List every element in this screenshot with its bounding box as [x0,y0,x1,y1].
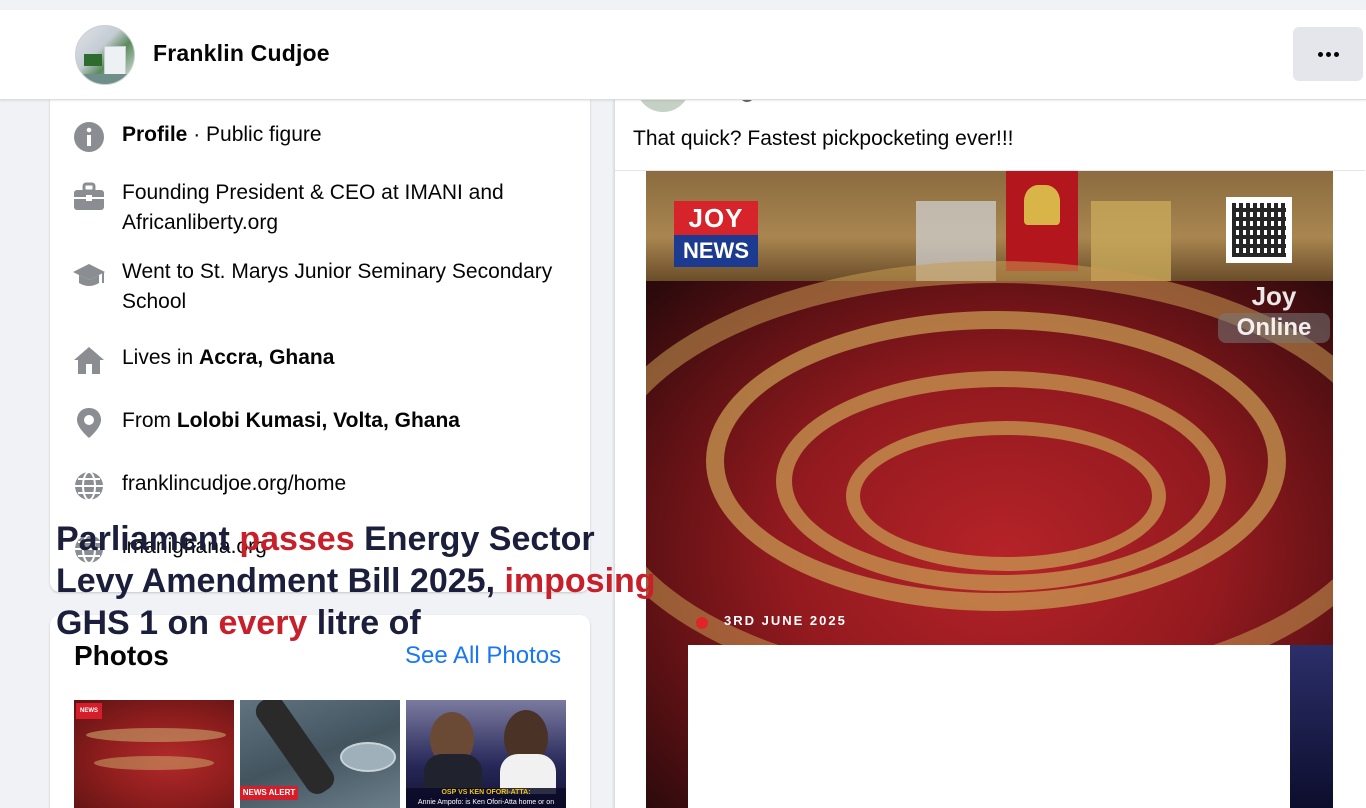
joy-logo-bottom: NEWS [674,235,758,267]
intro-lives-text: Lives in Accra, Ghana [122,343,562,373]
joy-online-watermark: Joy Online [1218,279,1330,355]
thumbnail-caption-title: OSP VS KEN OFORI-ATTA: [441,789,531,796]
from-prefix: From [122,409,177,432]
thumbnail-caption-text: Annie Ampofo: is Ken Ofori-Atta home or … [417,799,555,806]
thumbnail-detail [251,700,339,799]
photo-thumbnail[interactable]: NEWS ALERT [240,700,400,808]
joy-news-logo: JOY NEWS [674,201,758,267]
headline-highlight: passes [239,520,355,558]
image-detail [846,421,1166,571]
page-name[interactable]: Franklin Cudjoe [153,40,330,67]
thumbnail-detail [94,756,214,770]
info-icon [72,120,106,154]
post-text: That quick? Fastest pickpocketing ever!!… [633,127,1014,150]
headline-part: litre of [307,604,421,642]
avatar-detail [104,46,126,76]
headline-part: GHS 1 on [56,604,219,642]
profile-category: · Public figure [187,123,322,146]
page-header: Franklin Cudjoe [0,10,1366,100]
headline-highlight: every [218,604,308,642]
image-headline: Parliament passes Energy Sector Levy Ame… [56,518,656,644]
thumbnail-tag: NEWS ALERT [240,786,298,800]
record-dot-icon [696,617,708,629]
avatar-detail [76,74,134,84]
image-date: 3RD JUNE 2025 [724,613,847,628]
joy-logo-top: JOY [674,201,758,235]
location-pin-icon [72,406,106,440]
globe-icon [72,469,106,503]
headline-part: Parliament [56,520,240,558]
intro-work-text: Founding President & CEO at IMANI and Af… [122,181,504,234]
intro-education-text: Went to St. Marys Junior Seminary Second… [122,260,553,313]
see-all-photos-link[interactable]: See All Photos [405,642,561,670]
briefcase-icon [72,180,106,214]
profile-label: Profile [122,123,188,146]
profile-avatar[interactable] [75,25,135,85]
lives-place: Accra, Ghana [199,346,335,369]
photo-thumbnail[interactable]: NEWS [74,700,234,808]
from-place: Lolobi Kumasi, Volta, Ghana [176,409,460,432]
lives-prefix: Lives in [122,346,200,369]
home-icon [72,343,106,377]
headline-background [688,645,1290,808]
thumbnail-detail [340,742,396,772]
website-link-franklincudjoe[interactable]: franklincudjoe.org/home [122,469,562,499]
post-image[interactable]: JOY NEWS Joy Online 3RD JUNE 2025 [646,171,1333,808]
intro-profile-text: Profile · Public figure [122,120,562,150]
more-options-button[interactable] [1293,27,1363,81]
photos-title: Photos [74,640,169,671]
graduation-cap-icon [72,259,106,293]
coat-of-arms-icon [1024,185,1060,225]
thumbnail-caption: OSP VS KEN OFORI-ATTA: Annie Ampofo: is K… [406,788,566,808]
avatar-detail [84,54,102,66]
more-dots-icon [1317,51,1339,57]
thumbnail-detail [86,728,226,742]
intro-from-text: From Lolobi Kumasi, Volta, Ghana [122,406,562,436]
photo-thumbnail[interactable]: OSP VS KEN OFORI-ATTA: Annie Ampofo: is K… [406,700,566,808]
watermark-top: Joy [1251,281,1297,311]
thumbnail-badge: NEWS [76,703,102,719]
qr-code-icon [1226,197,1292,263]
watermark-bottom: Online [1218,313,1330,343]
headline-highlight: imposing [504,562,656,600]
image-detail [1290,645,1333,808]
